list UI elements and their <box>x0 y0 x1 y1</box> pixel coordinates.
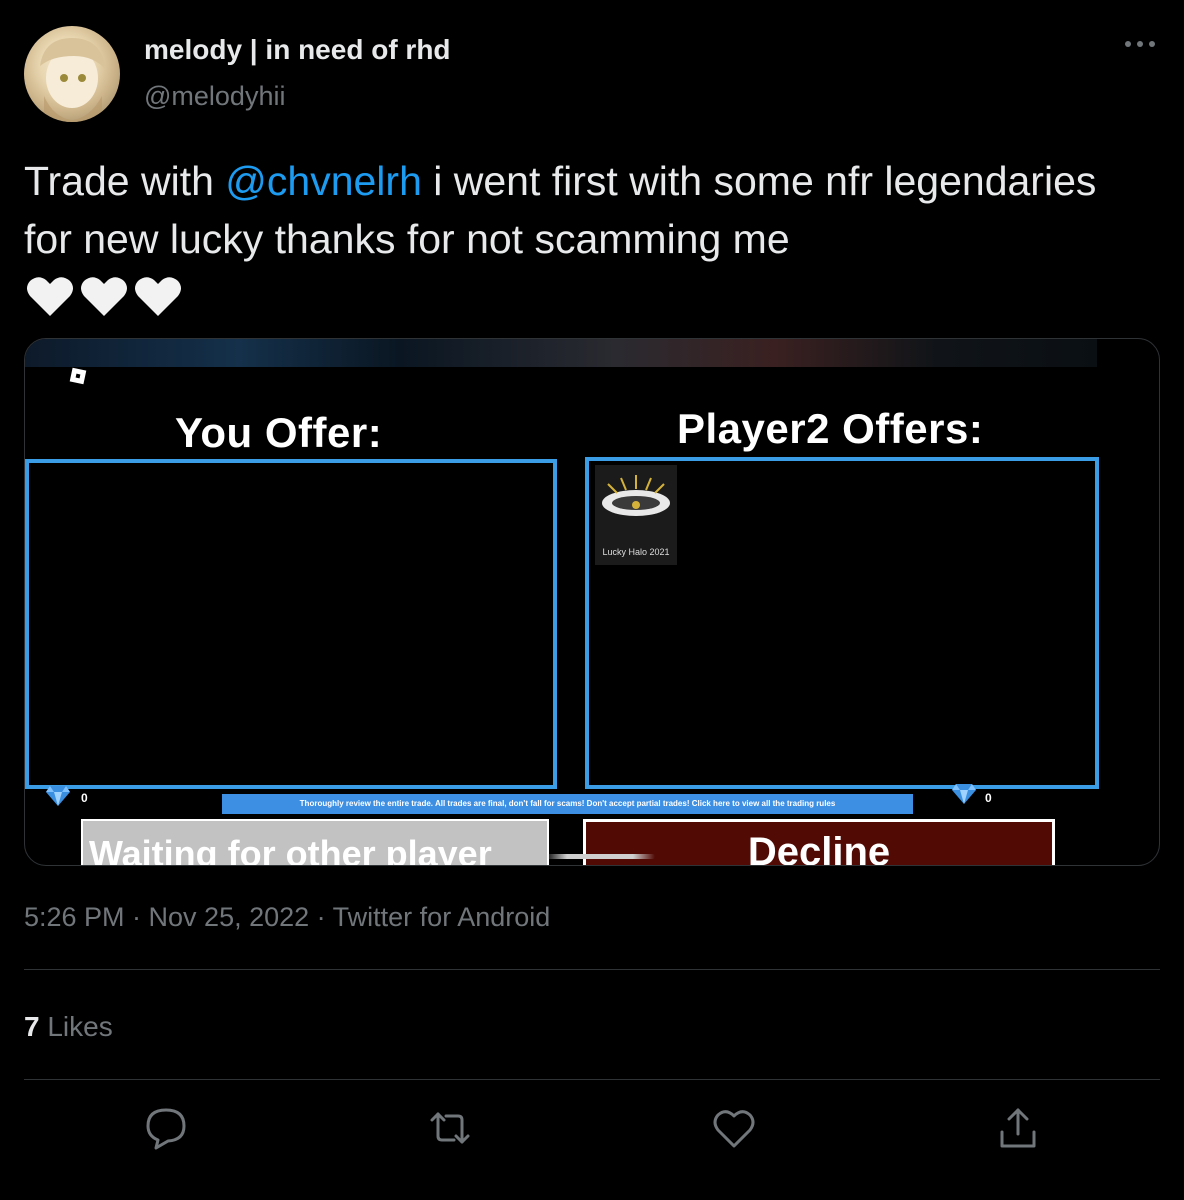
right-gem-count: 0 <box>985 791 992 805</box>
tweet-timestamp[interactable]: 5:26 PM · Nov 25, 2022 · Twitter for And… <box>24 902 550 933</box>
game-top-banner <box>25 339 1097 367</box>
home-indicator-bar <box>545 854 655 859</box>
white-heart-icon <box>27 277 181 316</box>
divider <box>24 969 1160 970</box>
share-icon[interactable] <box>994 1104 1042 1152</box>
like-icon[interactable] <box>710 1104 758 1152</box>
more-icon[interactable] <box>1120 30 1160 60</box>
diamond-gem-icon <box>45 785 71 807</box>
display-name[interactable]: melody | in need of rhd <box>144 34 451 66</box>
roblox-logo-icon <box>68 366 88 386</box>
left-gem-count: 0 <box>81 791 88 805</box>
you-offer-title: You Offer: <box>175 409 383 456</box>
reply-icon[interactable] <box>142 1104 190 1152</box>
likes-count: 7 <box>24 1011 40 1042</box>
you-offer-box[interactable] <box>25 459 557 789</box>
white-hearts-emoji <box>24 270 184 327</box>
decline-button[interactable]: Decline <box>583 819 1055 865</box>
mention-link[interactable]: @chvnelrh <box>225 158 422 204</box>
diamond-gem-icon <box>951 783 977 805</box>
tweet-media-image[interactable]: You Offer: Player2 Offers: Lucky Halo 20… <box>24 338 1160 866</box>
likes-stat[interactable]: 7 Likes <box>24 1011 113 1043</box>
user-handle[interactable]: @melodyhii <box>144 81 285 112</box>
offer-item-label: Lucky Halo 2021 <box>602 547 670 557</box>
retweet-icon[interactable] <box>426 1104 474 1152</box>
trading-rules-banner[interactable]: Thoroughly review the entire trade. All … <box>222 794 913 814</box>
avatar[interactable] <box>24 26 120 122</box>
avatar-image <box>40 38 106 122</box>
offer-item-tile[interactable]: Lucky Halo 2021 <box>595 465 677 565</box>
tweet-text: Trade with @chvnelrh i went first with s… <box>24 152 1154 268</box>
waiting-status-button: Waiting for other player <box>81 819 549 865</box>
halo-icon <box>602 475 670 516</box>
divider <box>24 1079 1160 1080</box>
likes-label: Likes <box>39 1011 113 1042</box>
player-offer-title: Player2 Offers: <box>677 405 984 452</box>
tweet-text-prefix: Trade with <box>24 158 226 204</box>
